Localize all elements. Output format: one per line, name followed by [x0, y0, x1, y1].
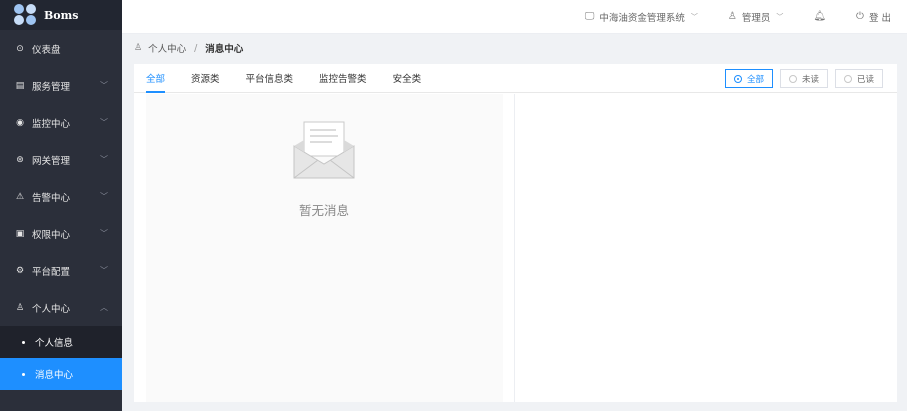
tab-monitor-alert[interactable]: 监控告警类: [319, 64, 367, 93]
filter-label: 已读: [856, 74, 874, 85]
empty-state-text: 暂无消息: [298, 203, 349, 218]
bell-icon: 🔔︎: [813, 11, 827, 22]
chevron-down-icon: ﹀: [776, 12, 784, 21]
brand-logo-icon: [14, 4, 38, 26]
read-status-filter: 全部 未读 已读: [718, 69, 883, 88]
tab-security[interactable]: 安全类: [393, 64, 422, 93]
sidebar-subitem-label: 个人信息: [35, 338, 74, 349]
bullet-icon: [22, 372, 25, 376]
chevron-down-icon: ﹀: [100, 192, 108, 201]
logout-button[interactable]: ⏻ 登 出: [856, 10, 891, 24]
sidebar-item-service[interactable]: ▤ 服务管理 ﹀: [0, 67, 122, 104]
sidebar-item-label: 个人中心: [32, 303, 71, 315]
sidebar-item-label: 服务管理: [32, 81, 71, 93]
user-icon: ♙: [727, 11, 737, 22]
radio-icon: [733, 74, 742, 83]
sidebar-subitem-profile[interactable]: 个人信息: [0, 326, 122, 358]
filter-read-radio[interactable]: 已读: [835, 69, 883, 88]
brand[interactable]: Boms: [0, 0, 122, 30]
radio-icon: [843, 74, 852, 83]
radio-icon: [788, 74, 797, 83]
notification-button[interactable]: 🔔︎: [813, 11, 826, 22]
desktop-icon: 🖵: [584, 11, 595, 22]
gateway-icon: ⊛: [16, 154, 24, 165]
sidebar-item-label: 平台配置: [32, 266, 71, 278]
message-panel: 全部 资源类 平台信息类 监控告警类 安全类 全部 未读 已读 暂无消息: [134, 64, 897, 402]
bullet-icon: [22, 340, 25, 344]
filter-label: 全部: [746, 74, 764, 85]
server-icon: ▤: [15, 80, 25, 91]
settings-icon: ⚙: [15, 265, 25, 276]
breadcrumb-current: 消息中心: [205, 44, 244, 55]
chevron-down-icon: ﹀: [690, 12, 698, 21]
filter-unread-radio[interactable]: 未读: [780, 69, 828, 88]
chevron-down-icon: ﹀: [100, 118, 108, 127]
breadcrumb: ♙ 个人中心 / 消息中心: [134, 40, 243, 56]
filter-label: 未读: [801, 74, 819, 85]
message-list: 暂无消息: [134, 94, 515, 402]
user-icon: ♙: [15, 302, 25, 313]
chevron-up-icon: ︿: [100, 303, 108, 312]
sidebar-item-label: 网关管理: [32, 155, 71, 167]
tab-all[interactable]: 全部: [146, 64, 166, 93]
tab-platform-info[interactable]: 平台信息类: [246, 64, 294, 93]
tab-resource[interactable]: 资源类: [191, 64, 220, 93]
empty-state: 暂无消息: [134, 116, 514, 219]
breadcrumb-parent[interactable]: 个人中心: [148, 41, 186, 55]
user-icon: ♙: [134, 43, 143, 53]
system-label: 中海油资金管理系统: [599, 12, 685, 24]
system-switcher[interactable]: 🖵 中海油资金管理系统 ﹀: [585, 10, 698, 24]
sidebar-item-label: 告警中心: [32, 192, 71, 204]
sidebar-item-label: 权限中心: [32, 229, 71, 241]
power-icon: ⏻: [856, 11, 864, 22]
sidebar-item-label: 仪表盘: [32, 44, 61, 56]
user-menu[interactable]: ♙ 管理员 ﹀: [728, 10, 783, 24]
chevron-down-icon: ﹀: [100, 81, 108, 90]
filter-all-radio[interactable]: 全部: [725, 69, 773, 88]
sidebar-subitem-label: 消息中心: [35, 370, 74, 381]
user-label: 管理员: [741, 12, 771, 24]
sidebar-item-monitor[interactable]: ◉ 监控中心 ﹀: [0, 104, 122, 141]
chevron-down-icon: ﹀: [100, 229, 108, 238]
sidebar-subitem-messages[interactable]: 消息中心: [0, 358, 122, 390]
sidebar-item-permission[interactable]: ▣ 权限中心 ﹀: [0, 215, 122, 252]
chevron-down-icon: ﹀: [100, 155, 108, 164]
sidebar-item-gateway[interactable]: ⊛ 网关管理 ﹀: [0, 141, 122, 178]
empty-mail-icon: [293, 121, 355, 179]
monitor-icon: ◉: [16, 117, 24, 128]
sidebar-item-dashboard[interactable]: ⊙ 仪表盘: [0, 30, 122, 67]
sidebar-submenu: 个人信息 消息中心: [0, 326, 122, 390]
brand-name: Boms: [44, 8, 79, 22]
top-bar: 🖵 中海油资金管理系统 ﹀ ♙ 管理员 ﹀ 🔔︎ ⏻ 登 出: [122, 0, 907, 34]
category-tabs: 全部 资源类 平台信息类 监控告警类 安全类 全部 未读 已读: [134, 64, 897, 93]
message-content: 暂无消息: [134, 94, 897, 402]
chevron-down-icon: ﹀: [100, 266, 108, 275]
logout-label: 登 出: [868, 12, 891, 24]
sidebar-item-platform-config[interactable]: ⚙ 平台配置 ﹀: [0, 252, 122, 289]
breadcrumb-separator: /: [194, 42, 198, 54]
dashboard-icon: ⊙: [16, 43, 24, 54]
sidebar-item-personal-center[interactable]: ♙ 个人中心 ︿: [0, 289, 122, 326]
sidebar: Boms ⊙ 仪表盘 ▤ 服务管理 ﹀ ◉ 监控中心 ﹀ ⊛ 网关管理 ﹀ ⚠ …: [0, 0, 122, 411]
sidebar-item-alert[interactable]: ⚠ 告警中心 ﹀: [0, 178, 122, 215]
lock-icon: ▣: [15, 228, 25, 239]
sidebar-menu: ⊙ 仪表盘 ▤ 服务管理 ﹀ ◉ 监控中心 ﹀ ⊛ 网关管理 ﹀ ⚠ 告警中心 …: [0, 30, 122, 326]
alert-icon: ⚠: [15, 191, 25, 202]
sidebar-item-label: 监控中心: [32, 118, 71, 130]
message-detail: [515, 94, 897, 402]
